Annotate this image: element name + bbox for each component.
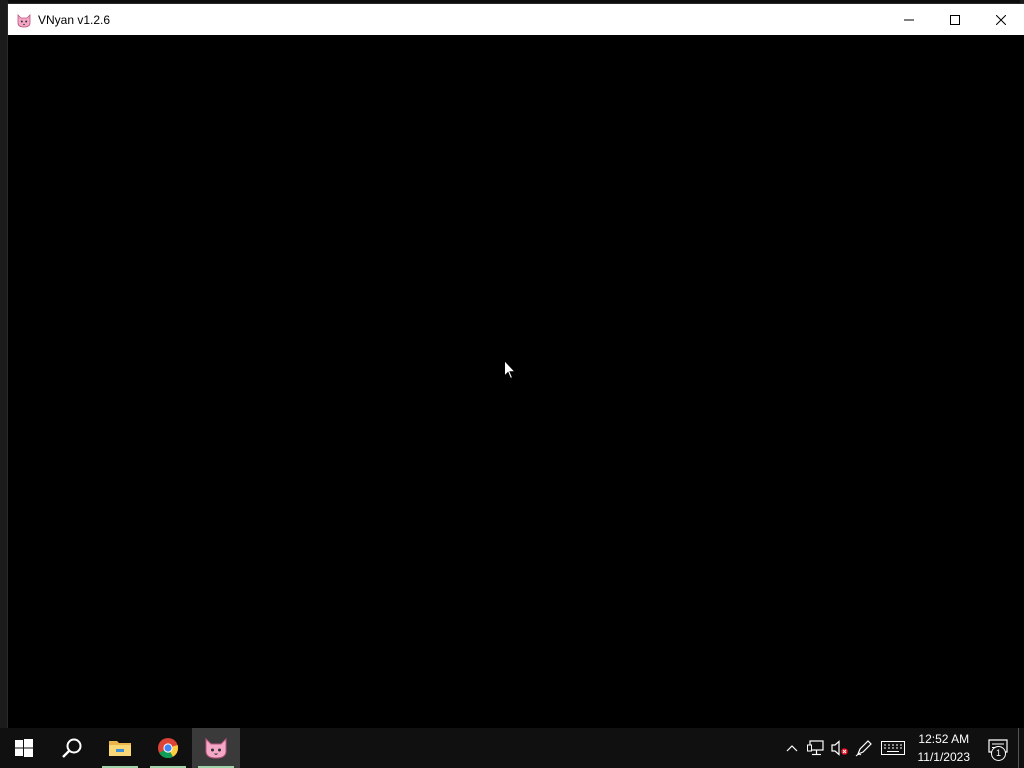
minimize-button[interactable] bbox=[886, 4, 932, 35]
pen-icon bbox=[855, 740, 872, 757]
notification-count-badge: 1 bbox=[991, 746, 1006, 761]
windows-ink-button[interactable] bbox=[852, 728, 876, 768]
clock-time: 12:52 AM bbox=[918, 732, 970, 746]
close-icon bbox=[996, 14, 1006, 25]
network-icon bbox=[806, 740, 824, 756]
taskbar-file-explorer[interactable] bbox=[96, 728, 144, 768]
maximize-button[interactable] bbox=[932, 4, 978, 35]
desktop-edge-left bbox=[0, 0, 8, 728]
search-button[interactable] bbox=[48, 728, 96, 768]
clock-date: 11/1/2023 bbox=[917, 750, 971, 764]
close-button[interactable] bbox=[978, 4, 1024, 35]
render-viewport[interactable] bbox=[8, 35, 1024, 728]
volume-button[interactable] bbox=[828, 728, 852, 768]
action-center-button[interactable]: 1 bbox=[978, 728, 1018, 768]
start-button[interactable] bbox=[0, 728, 48, 768]
touch-keyboard-button[interactable] bbox=[876, 728, 910, 768]
title-bar[interactable]: VNyan v1.2.6 bbox=[8, 4, 1024, 36]
folder-icon bbox=[109, 741, 131, 756]
cat-face-icon bbox=[16, 12, 32, 28]
keyboard-icon bbox=[880, 741, 905, 755]
search-icon bbox=[62, 738, 82, 758]
windows-logo-icon bbox=[15, 739, 33, 757]
taskbar-chrome[interactable] bbox=[144, 728, 192, 768]
chrome-icon bbox=[158, 738, 179, 759]
mouse-pointer-icon bbox=[504, 360, 516, 380]
clock[interactable]: 12:52 AM 11/1/2023 bbox=[910, 728, 979, 768]
show-desktop-button[interactable] bbox=[1018, 728, 1024, 768]
volume-muted-icon bbox=[830, 740, 848, 756]
cat-face-icon bbox=[205, 737, 227, 759]
window-controls bbox=[886, 4, 1024, 35]
taskbar-vnyan[interactable] bbox=[192, 728, 240, 768]
vnyan-window: VNyan v1.2.6 bbox=[8, 4, 1024, 728]
system-tray: 12:52 AM 11/1/2023 1 bbox=[780, 728, 1024, 768]
maximize-icon bbox=[950, 14, 960, 25]
show-hidden-icons-button[interactable] bbox=[780, 728, 804, 768]
network-button[interactable] bbox=[804, 728, 828, 768]
window-title: VNyan v1.2.6 bbox=[38, 12, 111, 27]
taskbar: 12:52 AM 11/1/2023 1 bbox=[0, 728, 1024, 768]
minimize-icon bbox=[904, 19, 914, 20]
chevron-up-icon bbox=[786, 745, 797, 752]
